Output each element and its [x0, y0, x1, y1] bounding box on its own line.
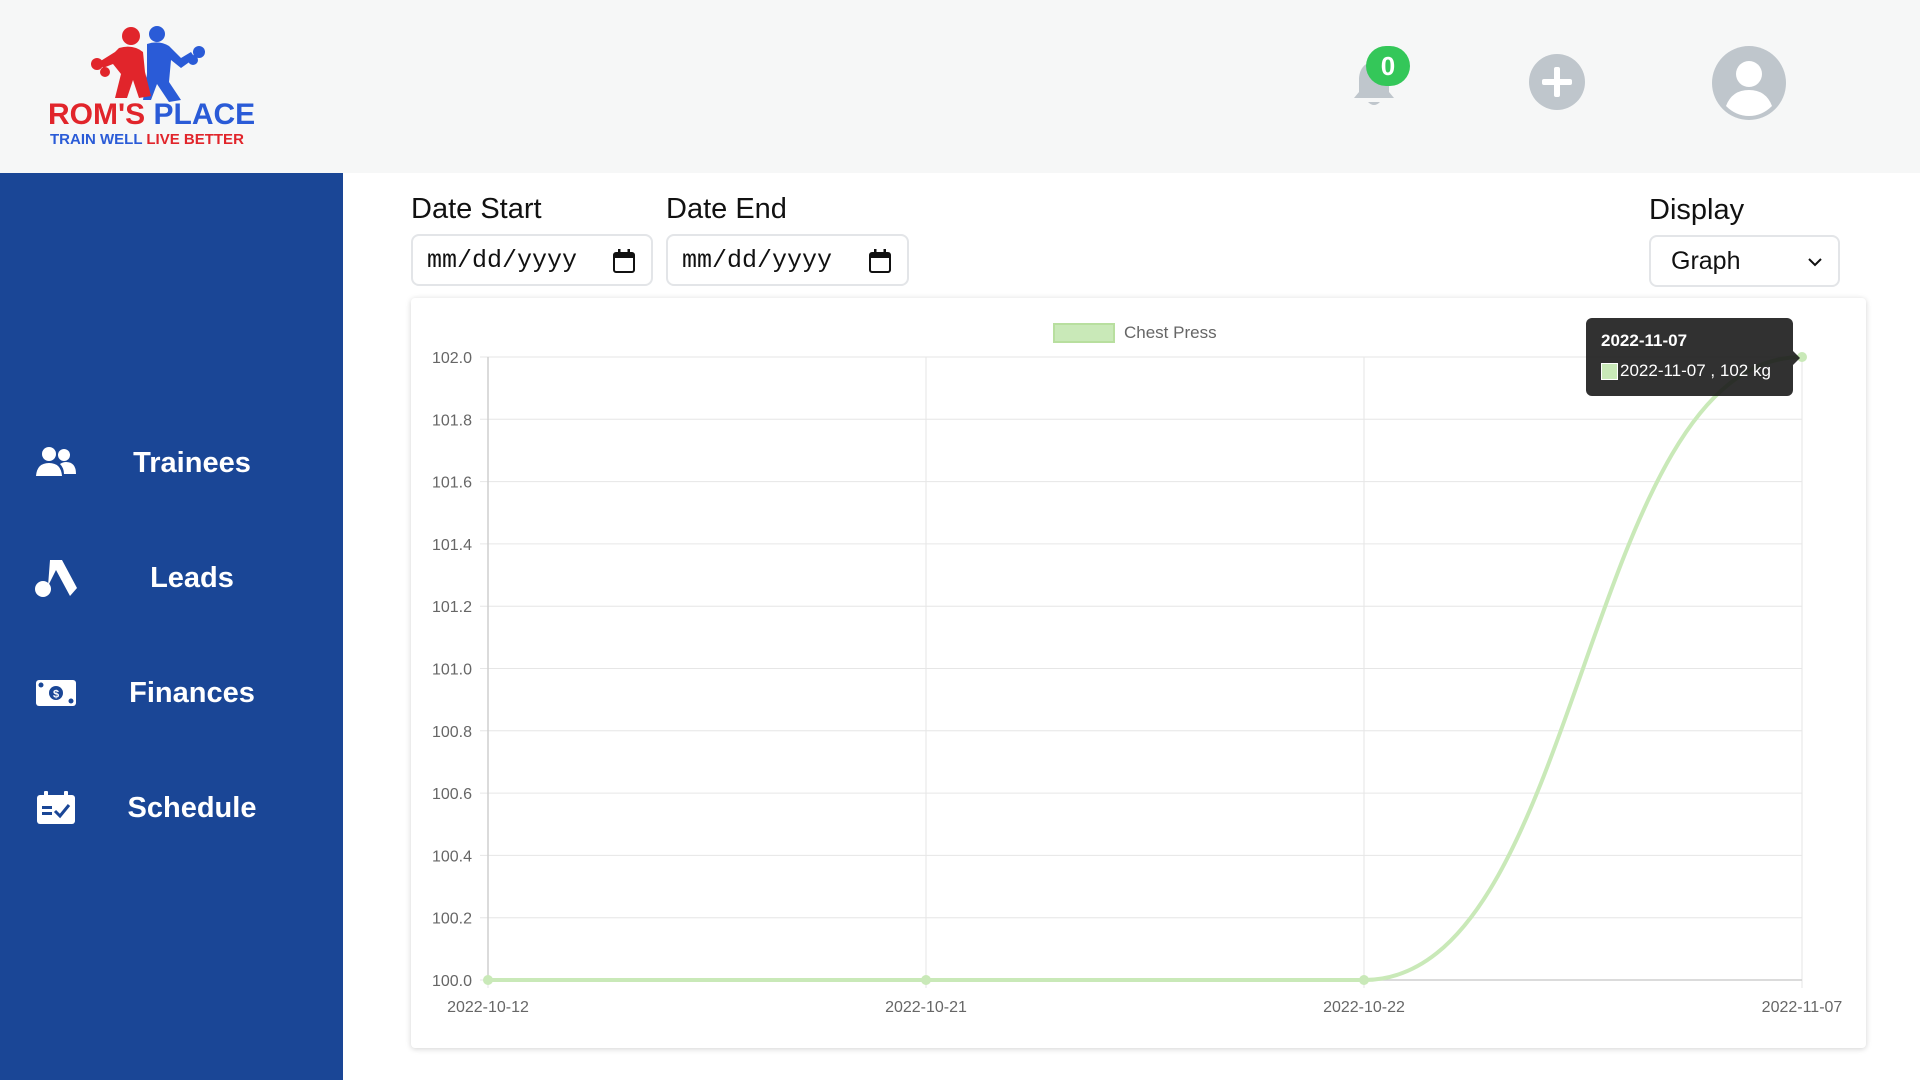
y-tick-label: 102.0 — [432, 350, 472, 367]
y-tick-label: 100.6 — [432, 786, 472, 803]
tooltip-text: 2022-11-07 , 102 kg — [1620, 361, 1771, 380]
legend-swatch — [1053, 323, 1115, 343]
tooltip-swatch — [1601, 362, 1618, 380]
x-tick-label: 2022-10-21 — [885, 999, 967, 1016]
y-tick-label: 101.0 — [432, 662, 472, 679]
tooltip-title: 2022-11-07 — [1601, 331, 1688, 350]
y-tick-label: 100.0 — [432, 973, 472, 990]
y-tick-label: 100.8 — [432, 724, 472, 741]
x-tick-label: 2022-10-22 — [1323, 999, 1405, 1016]
y-tick-label: 100.2 — [432, 911, 472, 928]
y-tick-label: 101.6 — [432, 475, 472, 492]
x-tick-label: 2022-10-12 — [447, 999, 529, 1016]
legend-label: Chest Press — [1124, 323, 1217, 342]
chart-legend: Chest Press — [1053, 323, 1217, 343]
data-point — [1359, 975, 1369, 985]
chart-tooltip: 2022-11-07 2022-11-07 , 102 kg — [1586, 318, 1800, 396]
y-tick-label: 101.8 — [432, 412, 472, 429]
line-chart: 102.0 101.8 101.6 101.4 101.2 101.0 100.8 100.6… — [432, 323, 1842, 1016]
y-tick-label: 100.4 — [432, 848, 472, 865]
chart-grid — [480, 356, 1803, 988]
tooltip-arrow — [1793, 351, 1800, 365]
chart-axes: 102.0 101.8 101.6 101.4 101.2 101.0 100.8 100.6… — [432, 350, 1842, 1016]
data-point — [483, 975, 493, 985]
data-point — [921, 975, 931, 985]
y-tick-label: 101.2 — [432, 599, 472, 616]
x-tick-label: 2022-11-07 — [1762, 999, 1843, 1016]
y-tick-label: 101.4 — [432, 537, 472, 554]
tooltip-row: 2022-11-07 , 102 kg — [1601, 361, 1771, 381]
